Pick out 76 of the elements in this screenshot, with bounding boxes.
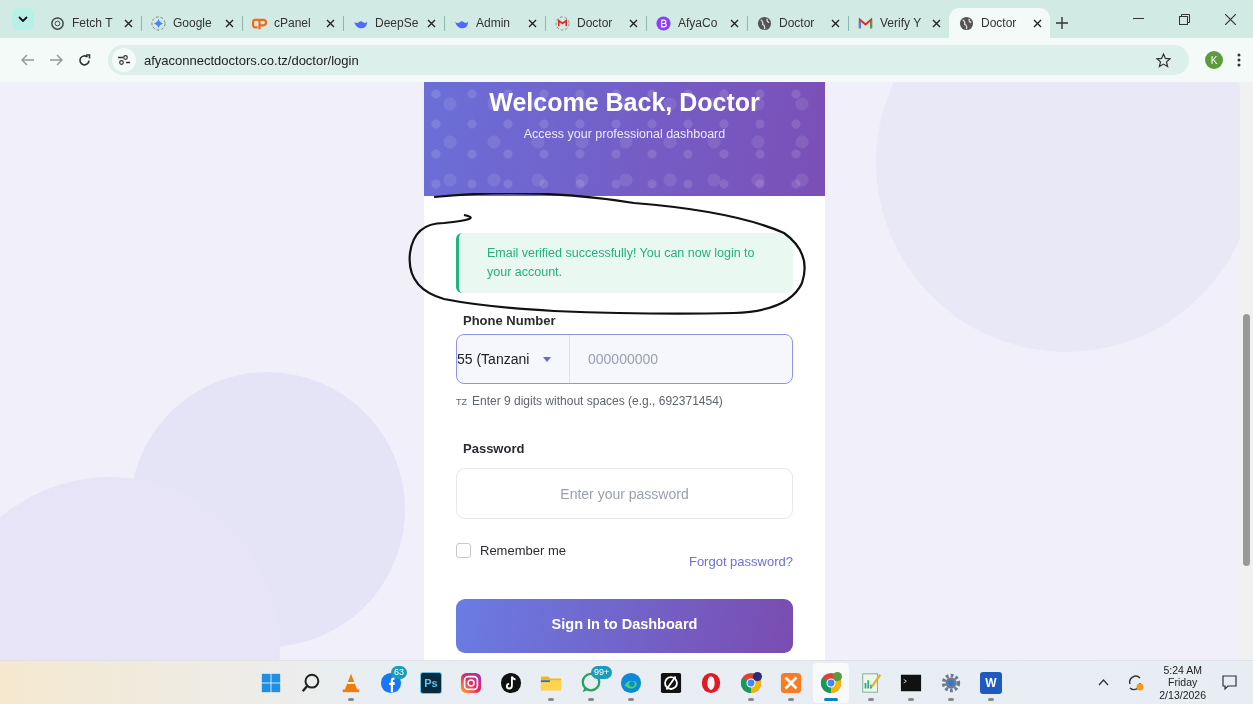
welcome-title: Welcome Back, Doctor [489,88,760,117]
address-bar[interactable]: afyaconnectdoctors.co.tz/doctor/login [108,45,1189,75]
forgot-password-link[interactable]: Forgot password? [688,554,793,569]
restore-icon [1178,13,1190,25]
reload-icon [77,53,91,67]
minimize-icon [1132,18,1144,20]
chrome-logo-icon [820,671,842,694]
chrome-logo-icon [740,671,762,694]
close-icon[interactable] [427,18,436,28]
close-icon[interactable] [629,18,638,28]
menu-icon[interactable] [1237,53,1241,67]
search-icon [300,671,322,694]
chevron-down-icon [18,16,28,22]
notifications-icon[interactable] [1222,675,1237,690]
xampp-logo-icon [780,671,802,694]
site-settings-icon[interactable] [112,48,136,72]
browser-tab[interactable]: DeepSe [343,8,444,38]
browser-tab[interactable]: Admin [444,8,545,38]
caret-icon [543,356,552,362]
app-logo-icon: W [980,671,1002,694]
scrollbar[interactable] [1240,82,1253,660]
notepad-icon [860,671,882,694]
opera-logo-icon [700,671,722,694]
tab-search-button[interactable] [12,8,34,30]
sparkle-icon [151,15,166,31]
chevron-up-icon[interactable] [1098,679,1110,686]
sync-icon[interactable] [1127,674,1146,691]
close-icon [1224,13,1236,25]
globe-icon [959,15,974,31]
url-text: afyaconnectdoctors.co.tz/doctor/login [144,52,359,68]
taskbar-app[interactable]: W [973,662,1009,703]
bookmark-star-icon[interactable] [1156,52,1171,68]
notification-badge: 99+ [591,665,613,679]
back-arrow-icon [21,54,35,66]
envelope-icon [555,15,570,31]
close-icon[interactable] [831,18,840,28]
music-note-icon [500,671,522,694]
plus-icon [1056,17,1068,29]
taskbar-app[interactable]: Ps [413,662,449,703]
close-icon[interactable] [528,18,537,28]
close-icon[interactable] [730,18,739,28]
browser-tab[interactable]: Doctor [949,8,1050,38]
app-logo-icon: Ps [420,671,442,694]
clock[interactable]: 5:24 AM Friday 2/13/2026 [1159,663,1206,702]
browser-tab[interactable]: Fetch T [40,8,141,38]
letter-circle-icon [656,15,671,31]
welcome-subtitle: Access your professional dashboard [523,127,726,141]
windows-logo-icon [260,671,282,694]
phone-field[interactable]: 55 (Tanzani 000000000 [456,334,793,384]
country-flag-text: TZ [456,397,467,407]
notification-badge: 63 [391,665,407,679]
browser-tab[interactable]: AfyaCo [646,8,747,38]
password-field[interactable]: Enter your password [456,468,793,519]
gear-icon [940,671,962,694]
forward-arrow-icon [49,54,63,66]
sign-in-button[interactable]: Sign In to Dashboard [456,599,793,653]
country-code-select[interactable]: 55 (Tanzani [457,335,570,383]
phone-hint: Enter 9 digits without spaces (e.g., 692371454) [472,394,723,408]
remember-label: Remember me [480,543,566,558]
browser-tab[interactable]: cPanel [242,8,343,38]
phone-label: Phone Number [463,313,557,328]
browser-tab[interactable]: Google [141,8,242,38]
close-icon[interactable] [326,18,335,28]
success-alert: Email verified successfully! You can now login to your account. [456,233,793,293]
remember-checkbox[interactable] [456,543,471,558]
browser-tab[interactable]: Doctor [747,8,848,38]
envelope-icon [858,15,873,31]
password-label: Password [463,441,526,456]
browser-tab[interactable]: Verify Y [848,8,949,38]
globe-icon [757,15,772,31]
camera-icon [460,671,482,694]
close-icon[interactable] [124,18,133,28]
close-icon[interactable] [1033,18,1042,28]
close-icon[interactable] [225,18,234,28]
browser-tab[interactable]: Doctor [545,8,646,38]
close-icon[interactable] [932,18,941,28]
